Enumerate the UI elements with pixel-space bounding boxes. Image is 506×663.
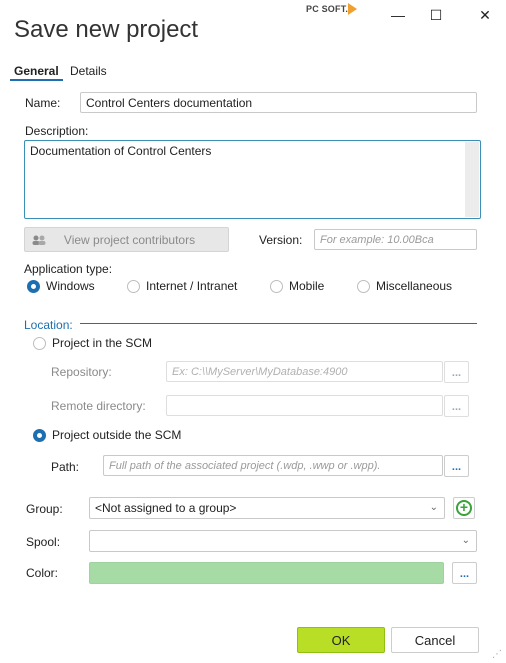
radio-unselected-icon	[33, 336, 46, 350]
close-icon: ✕	[479, 6, 491, 23]
maximize-button[interactable]: ☐	[416, 0, 456, 30]
description-label: Description:	[25, 124, 89, 138]
path-browse-button[interactable]: ...	[444, 455, 469, 477]
project-in-scm-radio[interactable]: Project in the SCM	[33, 336, 152, 350]
view-contributors-label: View project contributors	[63, 232, 196, 247]
view-contributors-button[interactable]: View project contributors	[24, 227, 229, 252]
maximize-icon: ☐	[429, 6, 443, 23]
app-type-windows-radio[interactable]: Windows	[27, 279, 95, 293]
app-type-mobile-label: Mobile	[289, 279, 325, 293]
pcsoft-logo-arrow-icon	[348, 3, 357, 15]
users-icon	[32, 235, 46, 245]
radio-unselected-icon	[357, 279, 370, 293]
repository-placeholder: Ex: C:\\MyServer\MyDatabase:4900	[172, 365, 348, 378]
color-swatch[interactable]	[89, 562, 444, 584]
group-label: Group:	[26, 502, 63, 516]
resize-grip-icon[interactable]: ⋰	[492, 649, 502, 660]
version-label: Version:	[259, 233, 303, 247]
description-textarea[interactable]: Documentation of Control Centers	[24, 140, 481, 219]
name-value: Control Centers documentation	[86, 95, 253, 110]
color-picker-button[interactable]: ...	[452, 562, 477, 584]
plus-circle-icon: +	[456, 500, 472, 516]
group-value: <Not assigned to a group>	[95, 501, 237, 515]
chevron-down-icon: ⌄	[461, 534, 470, 546]
description-value: Documentation of Control Centers	[30, 144, 212, 158]
repository-input[interactable]: Ex: C:\\MyServer\MyDatabase:4900	[166, 361, 443, 382]
app-type-internet-label: Internet / Intranet	[146, 279, 238, 293]
tab-details[interactable]: Details	[70, 64, 107, 78]
minimize-icon: —	[391, 7, 405, 23]
minimize-button[interactable]: —	[378, 0, 418, 30]
path-label: Path:	[51, 460, 80, 474]
spool-select[interactable]: ⌄	[89, 530, 477, 552]
remote-directory-input[interactable]	[166, 395, 443, 416]
radio-selected-icon	[33, 428, 46, 442]
app-type-internet-radio[interactable]: Internet / Intranet	[127, 279, 237, 293]
location-section-title: Location:	[24, 318, 73, 332]
repository-label: Repository:	[51, 365, 112, 379]
repository-browse-button[interactable]: ...	[444, 361, 469, 383]
remote-directory-label: Remote directory:	[51, 399, 146, 413]
remote-directory-browse-button[interactable]: ...	[444, 395, 469, 417]
name-input[interactable]: Control Centers documentation	[80, 92, 477, 113]
project-outside-scm-label: Project outside the SCM	[52, 428, 182, 442]
dialog-title: Save new project	[14, 16, 199, 43]
location-divider	[80, 323, 477, 324]
chevron-down-icon: ⌄	[429, 501, 438, 513]
project-in-scm-label: Project in the SCM	[52, 336, 153, 350]
radio-unselected-icon	[127, 279, 140, 293]
version-placeholder: For example: 10.00Bca	[320, 233, 434, 246]
name-label: Name:	[25, 96, 61, 110]
add-group-button[interactable]: +	[453, 497, 475, 519]
ok-button[interactable]: OK	[297, 627, 385, 653]
description-scrollbar[interactable]	[465, 142, 479, 217]
radio-selected-icon	[27, 279, 40, 293]
path-placeholder: Full path of the associated project (.wd…	[109, 459, 381, 472]
app-type-mobile-radio[interactable]: Mobile	[270, 279, 324, 293]
tab-general[interactable]: General	[14, 64, 59, 78]
app-type-windows-label: Windows	[46, 279, 95, 293]
color-label: Color:	[26, 566, 59, 580]
close-button[interactable]: ✕	[465, 0, 505, 30]
app-type-misc-label: Miscellaneous	[376, 279, 453, 293]
app-type-misc-radio[interactable]: Miscellaneous	[357, 279, 452, 293]
application-type-label: Application type:	[24, 262, 113, 276]
active-tab-indicator	[10, 79, 63, 81]
project-outside-scm-radio[interactable]: Project outside the SCM	[33, 428, 181, 442]
group-select[interactable]: <Not assigned to a group> ⌄	[89, 497, 445, 519]
pcsoft-logo: PC SOFT.	[306, 4, 349, 14]
spool-label: Spool:	[26, 535, 61, 549]
radio-unselected-icon	[270, 279, 283, 293]
version-input[interactable]: For example: 10.00Bca	[314, 229, 477, 250]
path-input[interactable]: Full path of the associated project (.wd…	[103, 455, 443, 476]
cancel-button[interactable]: Cancel	[391, 627, 479, 653]
